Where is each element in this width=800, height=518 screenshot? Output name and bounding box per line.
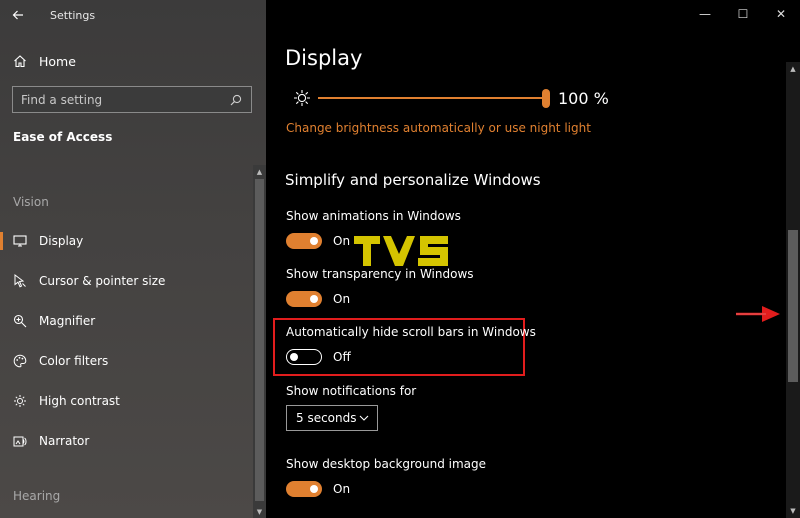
palette-icon	[12, 353, 28, 369]
narrator-icon	[12, 433, 28, 449]
magnifier-icon	[12, 313, 28, 329]
watermark-logo	[354, 236, 448, 266]
animations-toggle[interactable]	[286, 233, 322, 249]
transparency-toggle[interactable]	[286, 291, 322, 307]
home-label: Home	[39, 53, 76, 69]
hide-scrollbars-toggle[interactable]	[286, 349, 322, 365]
contrast-icon	[12, 393, 28, 409]
title-bar: Settings	[0, 0, 266, 30]
search-icon[interactable]	[229, 93, 243, 107]
annotation-arrow-icon	[736, 306, 780, 322]
main-scrollbar[interactable]: ▲ ▼	[786, 62, 800, 518]
toggle-knob	[310, 485, 318, 493]
search-box[interactable]	[12, 86, 252, 113]
transparency-toggle-row: On	[286, 289, 350, 309]
sidebar-scrollbar[interactable]: ▲ ▼	[253, 165, 266, 518]
window-controls: — ☐ ✕	[686, 0, 800, 28]
sidebar-item-label: Cursor & pointer size	[39, 274, 166, 288]
minimize-button[interactable]: —	[686, 0, 724, 28]
cursor-icon	[12, 273, 28, 289]
monitor-icon	[12, 233, 28, 249]
notifications-dropdown[interactable]: 5 seconds	[286, 405, 378, 431]
sidebar-item-label: Color filters	[39, 354, 109, 368]
chevron-down-icon	[359, 415, 369, 421]
brightness-slider-track	[318, 97, 548, 99]
sidebar-item-high-contrast[interactable]: High contrast	[0, 387, 252, 415]
main-panel: — ☐ ✕ Display 100 % Change brightness au…	[266, 0, 800, 518]
toggle-knob	[290, 352, 298, 361]
sidebar-item-magnifier[interactable]: Magnifier	[0, 307, 252, 335]
brightness-link[interactable]: Change brightness automatically or use n…	[286, 121, 591, 135]
sidebar-item-label: High contrast	[39, 394, 120, 408]
brightness-slider-thumb[interactable]	[542, 89, 550, 108]
desktop-background-label: Show desktop background image	[286, 457, 487, 471]
sidebar-item-home[interactable]: Home	[13, 51, 76, 71]
sidebar-item-label: Display	[39, 234, 84, 248]
main-scroll-thumb[interactable]	[788, 230, 798, 382]
group-label-hearing: Hearing	[13, 489, 61, 503]
hide-scrollbars-label: Automatically hide scroll bars in Window…	[286, 325, 536, 339]
search-input[interactable]	[21, 92, 229, 107]
desktop-background-toggle[interactable]	[286, 481, 322, 497]
animations-toggle-row: On	[286, 231, 350, 251]
animations-state: On	[333, 234, 351, 248]
sun-icon	[294, 90, 310, 106]
sidebar-item-narrator[interactable]: Narrator	[0, 427, 252, 455]
app-title: Settings	[50, 8, 96, 22]
section-heading: Simplify and personalize Windows	[285, 171, 541, 189]
home-icon	[13, 54, 29, 68]
maximize-button[interactable]: ☐	[724, 0, 762, 28]
notifications-label: Show notifications for	[286, 384, 417, 398]
arrow-left-icon	[12, 10, 23, 20]
page-title: Display	[285, 46, 363, 70]
sidebar-item-label: Magnifier	[39, 314, 96, 328]
brightness-row: 100 %	[292, 86, 622, 110]
sidebar-item-label: Narrator	[39, 434, 90, 448]
sidebar-item-display[interactable]: Display	[0, 227, 252, 255]
sidebar-item-color-filters[interactable]: Color filters	[0, 347, 252, 375]
notifications-selected: 5 seconds	[296, 411, 357, 425]
hide-scrollbars-state: Off	[333, 350, 351, 364]
scroll-up-icon[interactable]: ▲	[253, 165, 266, 178]
section-title: Ease of Access	[13, 130, 113, 144]
scroll-up-icon[interactable]: ▲	[786, 62, 800, 76]
desktop-background-state: On	[333, 482, 351, 496]
scroll-down-icon[interactable]: ▼	[786, 504, 800, 518]
toggle-knob	[310, 237, 318, 245]
group-label-vision: Vision	[13, 195, 49, 209]
transparency-state: On	[333, 292, 351, 306]
back-button[interactable]	[0, 0, 36, 30]
desktop-background-toggle-row: On	[286, 479, 350, 499]
hide-scrollbars-toggle-row: Off	[286, 347, 351, 367]
close-button[interactable]: ✕	[762, 0, 800, 28]
brightness-value: 100 %	[558, 88, 609, 108]
sidebar: Settings Home Ease of Access Vision Disp…	[0, 0, 266, 518]
brightness-slider[interactable]	[318, 88, 550, 108]
sidebar-item-cursor[interactable]: Cursor & pointer size	[0, 267, 252, 295]
toggle-knob	[310, 295, 318, 303]
sidebar-scroll-thumb[interactable]	[255, 179, 264, 501]
scroll-down-icon[interactable]: ▼	[253, 505, 266, 518]
animations-label: Show animations in Windows	[286, 209, 461, 223]
